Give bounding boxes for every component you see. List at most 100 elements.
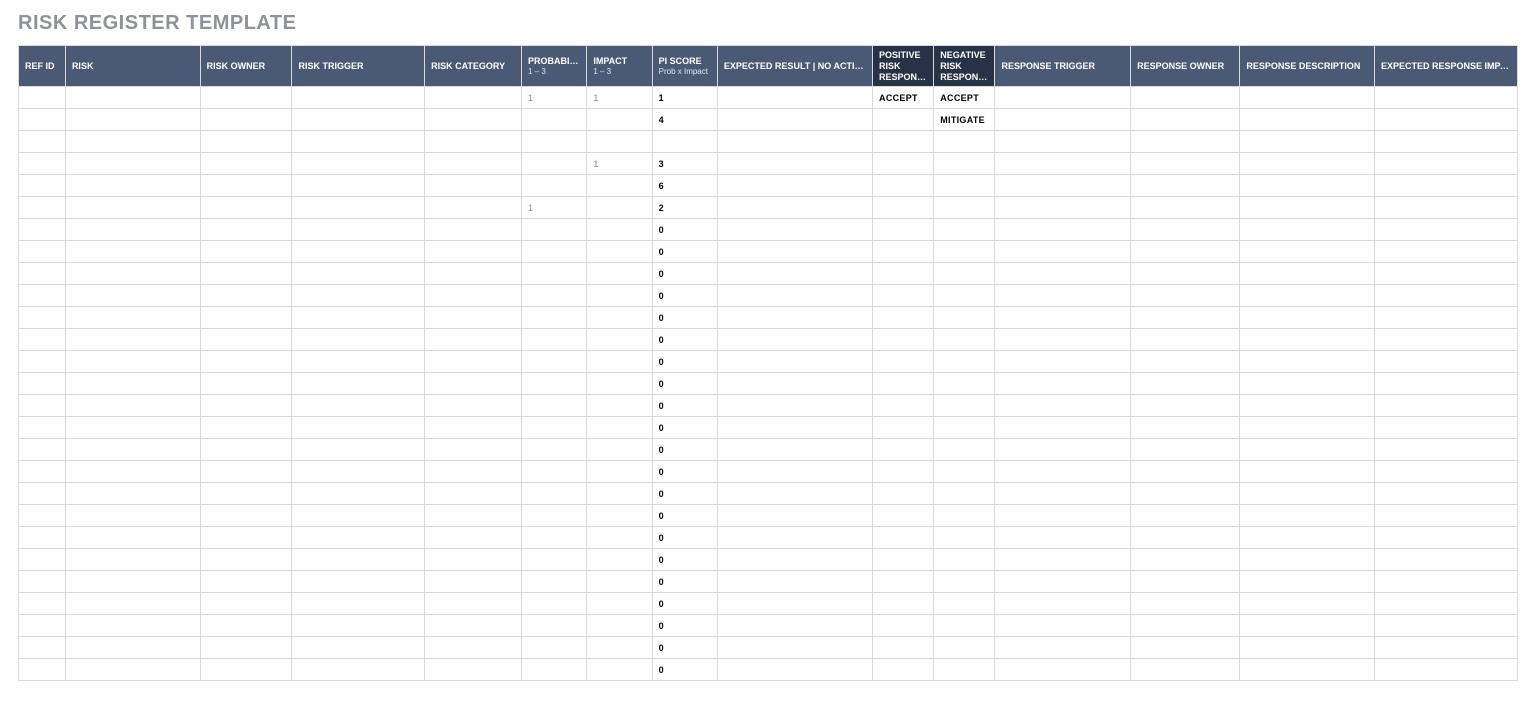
cell-refid[interactable] xyxy=(19,417,66,439)
cell-negative-response[interactable] xyxy=(934,417,995,439)
cell-riskowner[interactable] xyxy=(200,109,292,131)
cell-refid[interactable] xyxy=(19,395,66,417)
cell-response-description[interactable] xyxy=(1240,87,1375,109)
cell-risktrigger[interactable] xyxy=(292,153,425,175)
cell-impact[interactable] xyxy=(587,439,652,461)
cell-response-owner[interactable] xyxy=(1131,373,1240,395)
cell-positive-response[interactable] xyxy=(873,483,934,505)
cell-risk[interactable] xyxy=(65,483,200,505)
cell-negative-response[interactable] xyxy=(934,351,995,373)
cell-riskcat[interactable] xyxy=(425,395,522,417)
cell-risk[interactable] xyxy=(65,659,200,681)
cell-response-description[interactable] xyxy=(1240,395,1375,417)
cell-expected[interactable] xyxy=(717,461,872,483)
cell-probability[interactable] xyxy=(522,505,587,527)
cell-probability[interactable] xyxy=(522,395,587,417)
cell-negative-response[interactable] xyxy=(934,593,995,615)
cell-refid[interactable] xyxy=(19,285,66,307)
cell-riskcat[interactable] xyxy=(425,527,522,549)
cell-expected[interactable] xyxy=(717,527,872,549)
cell-risk[interactable] xyxy=(65,571,200,593)
cell-impact[interactable] xyxy=(587,549,652,571)
cell-probability[interactable] xyxy=(522,439,587,461)
cell-response-owner[interactable] xyxy=(1131,263,1240,285)
cell-response-description[interactable] xyxy=(1240,219,1375,241)
cell-probability[interactable] xyxy=(522,637,587,659)
cell-negative-response[interactable] xyxy=(934,549,995,571)
cell-impact[interactable]: 3 xyxy=(587,131,652,153)
cell-riskowner[interactable] xyxy=(200,593,292,615)
cell-risktrigger[interactable] xyxy=(292,373,425,395)
cell-response-impact[interactable] xyxy=(1375,197,1518,219)
cell-impact[interactable] xyxy=(587,395,652,417)
cell-positive-response[interactable] xyxy=(873,549,934,571)
cell-risk[interactable] xyxy=(65,395,200,417)
cell-expected[interactable] xyxy=(717,505,872,527)
cell-positive-response[interactable] xyxy=(873,395,934,417)
cell-response-trigger[interactable] xyxy=(995,461,1131,483)
cell-riskowner[interactable] xyxy=(200,615,292,637)
cell-refid[interactable] xyxy=(19,615,66,637)
cell-riskowner[interactable] xyxy=(200,461,292,483)
cell-expected[interactable] xyxy=(717,329,872,351)
cell-risk[interactable] xyxy=(65,263,200,285)
cell-probability[interactable] xyxy=(522,351,587,373)
cell-probability[interactable] xyxy=(522,219,587,241)
cell-risk[interactable] xyxy=(65,131,200,153)
cell-negative-response[interactable] xyxy=(934,461,995,483)
cell-positive-response[interactable] xyxy=(873,417,934,439)
cell-riskcat[interactable] xyxy=(425,219,522,241)
cell-impact[interactable]: 3 xyxy=(587,175,652,197)
cell-response-trigger[interactable] xyxy=(995,417,1131,439)
cell-risktrigger[interactable] xyxy=(292,87,425,109)
cell-probability[interactable] xyxy=(522,373,587,395)
cell-negative-response[interactable] xyxy=(934,373,995,395)
cell-expected[interactable] xyxy=(717,263,872,285)
cell-riskcat[interactable] xyxy=(425,109,522,131)
cell-probability[interactable]: 3 xyxy=(522,153,587,175)
cell-expected[interactable] xyxy=(717,307,872,329)
cell-riskcat[interactable] xyxy=(425,659,522,681)
cell-riskcat[interactable] xyxy=(425,197,522,219)
cell-response-trigger[interactable] xyxy=(995,351,1131,373)
cell-positive-response[interactable] xyxy=(873,571,934,593)
cell-response-owner[interactable] xyxy=(1131,109,1240,131)
cell-response-trigger[interactable] xyxy=(995,395,1131,417)
cell-negative-response[interactable]: ACCEPT xyxy=(934,87,995,109)
cell-refid[interactable] xyxy=(19,549,66,571)
cell-response-description[interactable] xyxy=(1240,659,1375,681)
cell-positive-response[interactable]: ENHANCE xyxy=(873,109,934,131)
cell-response-impact[interactable] xyxy=(1375,593,1518,615)
cell-positive-response[interactable] xyxy=(873,197,934,219)
cell-riskcat[interactable] xyxy=(425,549,522,571)
cell-risk[interactable] xyxy=(65,527,200,549)
cell-risk[interactable] xyxy=(65,461,200,483)
cell-impact[interactable] xyxy=(587,307,652,329)
cell-positive-response[interactable] xyxy=(873,285,934,307)
cell-negative-response[interactable] xyxy=(934,637,995,659)
cell-riskowner[interactable] xyxy=(200,307,292,329)
cell-response-trigger[interactable] xyxy=(995,483,1131,505)
cell-response-description[interactable] xyxy=(1240,175,1375,197)
cell-refid[interactable] xyxy=(19,87,66,109)
cell-expected[interactable] xyxy=(717,615,872,637)
cell-riskowner[interactable] xyxy=(200,219,292,241)
cell-riskowner[interactable] xyxy=(200,395,292,417)
cell-probability[interactable]: 1 xyxy=(522,197,587,219)
cell-negative-response[interactable] xyxy=(934,197,995,219)
cell-riskcat[interactable] xyxy=(425,483,522,505)
cell-expected[interactable] xyxy=(717,241,872,263)
cell-response-description[interactable] xyxy=(1240,329,1375,351)
cell-response-description[interactable] xyxy=(1240,373,1375,395)
cell-riskowner[interactable] xyxy=(200,483,292,505)
cell-positive-response[interactable] xyxy=(873,615,934,637)
cell-risk[interactable] xyxy=(65,351,200,373)
cell-refid[interactable] xyxy=(19,483,66,505)
cell-risktrigger[interactable] xyxy=(292,285,425,307)
cell-response-owner[interactable] xyxy=(1131,593,1240,615)
cell-response-owner[interactable] xyxy=(1131,197,1240,219)
cell-risk[interactable] xyxy=(65,549,200,571)
cell-probability[interactable] xyxy=(522,593,587,615)
cell-positive-response[interactable] xyxy=(873,461,934,483)
cell-response-trigger[interactable] xyxy=(995,219,1131,241)
